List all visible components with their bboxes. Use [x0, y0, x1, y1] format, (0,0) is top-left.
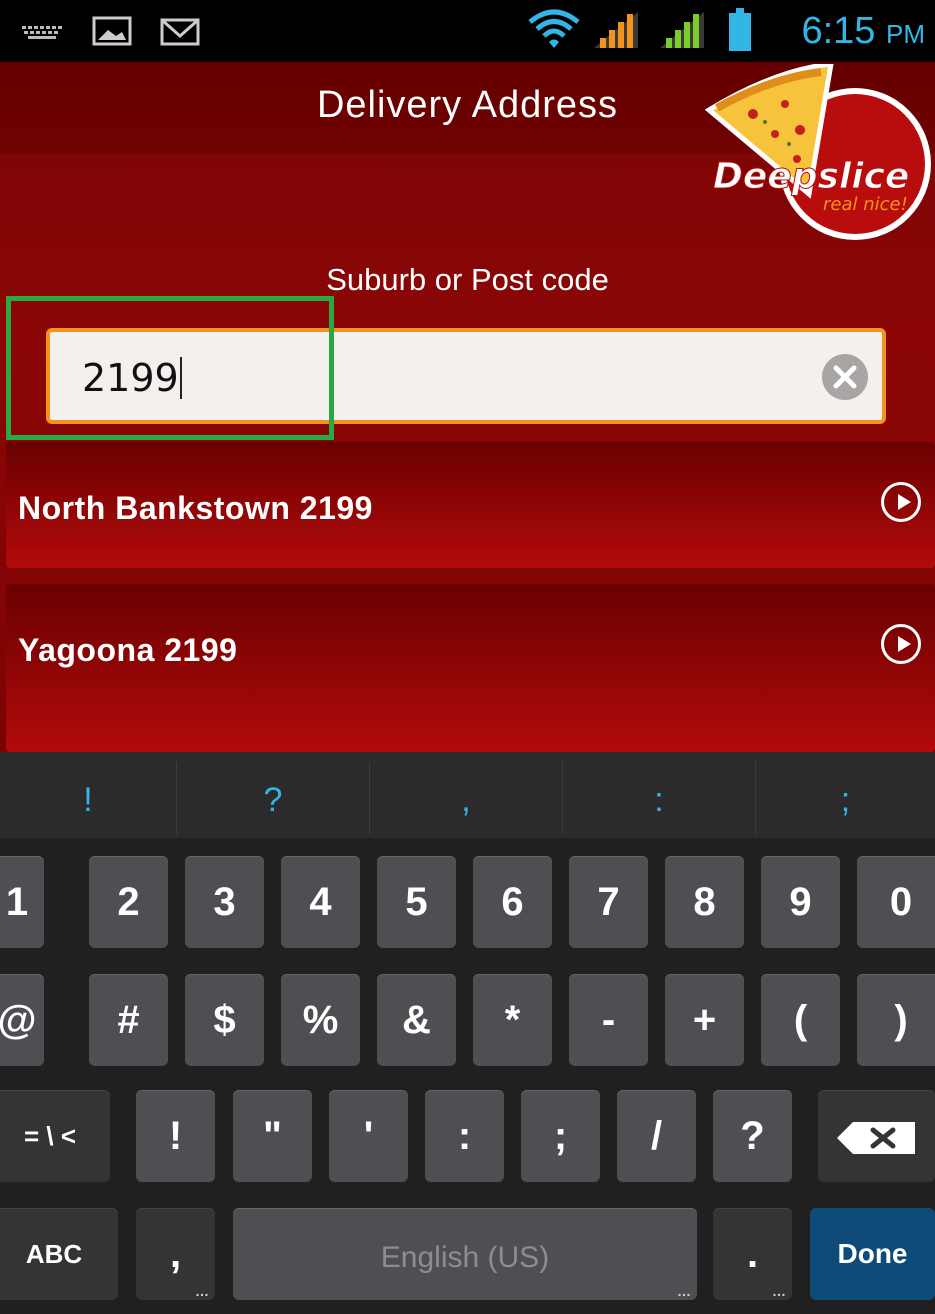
backspace-icon	[836, 1122, 915, 1155]
play-arrow-icon	[881, 482, 921, 522]
key-2[interactable]: 2	[89, 856, 168, 948]
signal-icon-2	[658, 10, 706, 54]
suggestion-comma[interactable]: ,	[370, 752, 562, 838]
key-9[interactable]: 9	[761, 856, 840, 948]
key-8[interactable]: 8	[665, 856, 744, 948]
result-label: North Bankstown 2199	[18, 490, 373, 526]
key-comma[interactable]: ,…	[136, 1208, 215, 1300]
key-dollar[interactable]: $	[185, 974, 264, 1066]
done-button[interactable]: Done	[810, 1208, 935, 1300]
key-comma-label: ,	[169, 1232, 182, 1276]
backspace-button[interactable]	[818, 1090, 935, 1182]
key-colon[interactable]: :	[425, 1090, 504, 1182]
play-arrow-icon	[881, 624, 921, 664]
highlight-box	[6, 296, 334, 440]
key-close-paren[interactable]: )	[857, 974, 935, 1066]
key-5[interactable]: 5	[377, 856, 456, 948]
result-item-north-bankstown[interactable]: North Bankstown 2199	[6, 442, 935, 568]
key-period[interactable]: .…	[713, 1208, 792, 1300]
key-7[interactable]: 7	[569, 856, 648, 948]
key-3[interactable]: 3	[185, 856, 264, 948]
result-item-yagoona[interactable]: Yagoona 2199	[6, 584, 935, 752]
space-bar[interactable]: English (US) …	[233, 1208, 697, 1300]
key-semicolon[interactable]: ;	[521, 1090, 600, 1182]
key-4[interactable]: 4	[281, 856, 360, 948]
suggestion-colon[interactable]: :	[563, 752, 755, 838]
clear-input-button[interactable]	[822, 354, 868, 400]
key-percent[interactable]: %	[281, 974, 360, 1066]
suggestion-semicolon[interactable]: ;	[756, 752, 935, 838]
status-time: 6:15 PM	[801, 10, 925, 52]
key-6[interactable]: 6	[473, 856, 552, 948]
gmail-icon	[160, 18, 200, 50]
key-at[interactable]: @	[0, 974, 44, 1066]
signal-icon	[592, 10, 640, 54]
key-minus[interactable]: -	[569, 974, 648, 1066]
key-more-indicator: …	[195, 1283, 209, 1299]
image-icon	[92, 16, 132, 50]
key-plus[interactable]: +	[665, 974, 744, 1066]
key-period-label: .	[746, 1232, 759, 1276]
key-double-quote[interactable]: "	[233, 1090, 312, 1182]
key-more-indicator: …	[772, 1283, 786, 1299]
keyboard: ! ? , : ; 1 2 3 4 5 6 7 8 9 0 @ # $ % & …	[0, 752, 935, 1314]
key-question[interactable]: ?	[713, 1090, 792, 1182]
svg-text:Deepslice: Deepslice	[713, 156, 909, 197]
result-label: Yagoona 2199	[18, 632, 238, 668]
key-single-quote[interactable]: '	[329, 1090, 408, 1182]
suburb-postcode-label: Suburb or Post code	[326, 262, 609, 297]
key-more-symbols[interactable]: = \ <	[0, 1090, 110, 1182]
suggestion-strip: ! ? , : ;	[0, 752, 935, 838]
battery-icon	[728, 8, 752, 56]
key-1[interactable]: 1	[0, 856, 44, 948]
deepslice-logo: Deepslice real nice!	[704, 62, 935, 244]
wifi-icon	[528, 8, 580, 54]
key-more-indicator: …	[677, 1283, 691, 1299]
key-0[interactable]: 0	[857, 856, 935, 948]
svg-text:real nice!: real nice!	[823, 194, 908, 215]
suggestion-question[interactable]: ?	[177, 752, 369, 838]
key-abc[interactable]: ABC	[0, 1208, 118, 1300]
status-bar: 6:15 PM	[0, 0, 935, 62]
key-exclamation[interactable]: !	[136, 1090, 215, 1182]
space-bar-label: English (US)	[380, 1241, 550, 1274]
app-screen: Delivery Address Deepslice real nice! Su…	[0, 62, 935, 752]
keyboard-icon	[22, 25, 62, 44]
key-open-paren[interactable]: (	[761, 974, 840, 1066]
key-slash[interactable]: /	[617, 1090, 696, 1182]
suggestion-exclamation[interactable]: !	[0, 752, 176, 838]
key-hash[interactable]: #	[89, 974, 168, 1066]
close-icon	[833, 365, 857, 389]
key-asterisk[interactable]: *	[473, 974, 552, 1066]
key-ampersand[interactable]: &	[377, 974, 456, 1066]
